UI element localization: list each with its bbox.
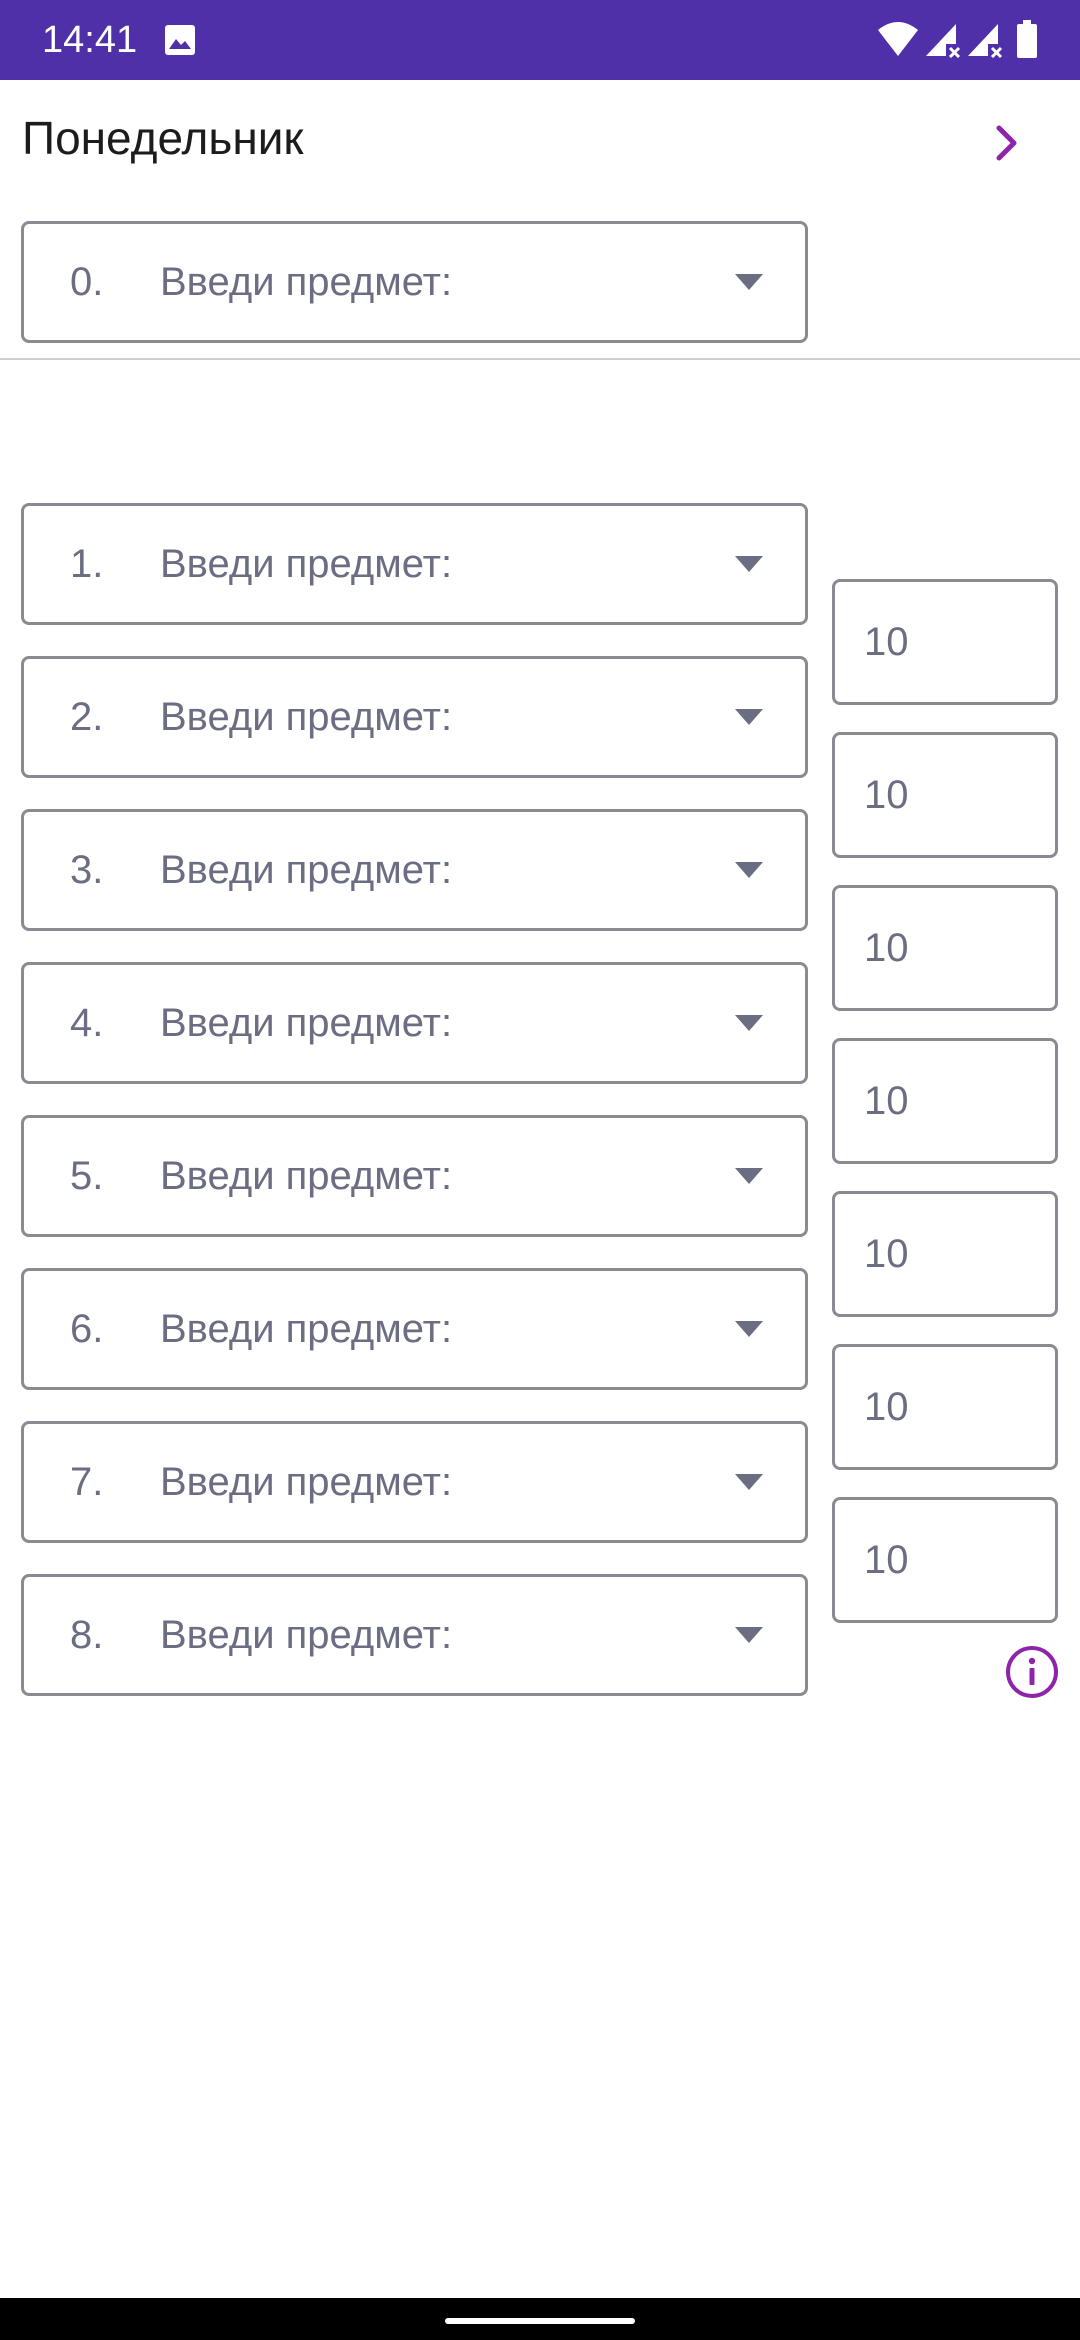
subject-placeholder: Введи предмет:	[160, 1613, 453, 1657]
dropdown-arrow-icon	[735, 1168, 763, 1184]
subject-placeholder: Введи предмет:	[160, 1460, 453, 1504]
subject-dropdown-0[interactable]: 0. Введи предмет:	[21, 221, 808, 343]
signal-no-service-icon	[926, 24, 961, 58]
subject-dropdown-2[interactable]: 2. Введи предмет:	[21, 656, 808, 778]
grade-value: 10	[864, 1232, 909, 1276]
dropdown-arrow-icon	[735, 1321, 763, 1337]
grade-value: 10	[864, 1079, 909, 1123]
grade-input-5[interactable]: 10	[832, 1191, 1058, 1317]
grade-input-7[interactable]: 10	[832, 1497, 1058, 1623]
subject-dropdown-6[interactable]: 6. Введи предмет:	[21, 1268, 808, 1390]
subject-placeholder: Введи предмет:	[160, 1001, 453, 1045]
grade-value: 10	[864, 773, 909, 817]
day-title: Понедельник	[22, 112, 304, 164]
subject-number: 2.	[70, 695, 104, 739]
signal-no-service-icon	[968, 24, 1003, 58]
battery-icon	[1017, 20, 1037, 58]
subject-placeholder: Введи предмет:	[160, 695, 453, 739]
subject-number: 8.	[70, 1613, 104, 1657]
grade-value: 10	[864, 620, 909, 664]
subject-number: 4.	[70, 1001, 104, 1045]
subject-dropdown-4[interactable]: 4. Введи предмет:	[21, 962, 808, 1084]
subject-placeholder: Введи предмет:	[160, 260, 453, 304]
subject-placeholder: Введи предмет:	[160, 542, 453, 586]
image-notification-icon	[165, 25, 195, 55]
wifi-icon	[878, 22, 918, 56]
dropdown-arrow-icon	[735, 556, 763, 572]
status-bar: 14:41	[0, 0, 1080, 80]
dropdown-arrow-icon	[735, 1015, 763, 1031]
grade-input-2[interactable]: 10	[832, 732, 1058, 858]
subject-placeholder: Введи предмет:	[160, 1154, 453, 1198]
subject-dropdown-5[interactable]: 5. Введи предмет:	[21, 1115, 808, 1237]
grade-input-4[interactable]: 10	[832, 1038, 1058, 1164]
subject-dropdown-8[interactable]: 8. Введи предмет:	[21, 1574, 808, 1696]
subject-number: 0.	[70, 260, 104, 304]
subject-dropdown-7[interactable]: 7. Введи предмет:	[21, 1421, 808, 1543]
subject-placeholder: Введи предмет:	[160, 1307, 453, 1351]
grade-value: 10	[864, 1385, 909, 1429]
grade-input-3[interactable]: 10	[832, 885, 1058, 1011]
subject-number: 7.	[70, 1460, 104, 1504]
subject-placeholder: Введи предмет:	[160, 848, 453, 892]
subject-number: 6.	[70, 1307, 104, 1351]
subject-number: 3.	[70, 848, 104, 892]
dropdown-arrow-icon	[735, 862, 763, 878]
grade-value: 10	[864, 926, 909, 970]
dropdown-arrow-icon	[735, 1474, 763, 1490]
info-circle-icon[interactable]	[1004, 1644, 1060, 1700]
subject-number: 1.	[70, 542, 104, 586]
dropdown-arrow-icon	[735, 709, 763, 725]
subject-dropdown-3[interactable]: 3. Введи предмет:	[21, 809, 808, 931]
subject-dropdown-1[interactable]: 1. Введи предмет:	[21, 503, 808, 625]
home-handle[interactable]	[445, 2318, 635, 2324]
dropdown-arrow-icon	[735, 1627, 763, 1643]
grade-input-6[interactable]: 10	[832, 1344, 1058, 1470]
subject-number: 5.	[70, 1154, 104, 1198]
app-screen: 14:41 Понедельник 0. Введи предмет: 1. В…	[0, 0, 1080, 2340]
status-time: 14:41	[42, 19, 138, 61]
grade-input-1[interactable]: 10	[832, 579, 1058, 705]
divider	[0, 358, 1080, 360]
dropdown-arrow-icon	[735, 274, 763, 290]
chevron-right-icon[interactable]	[982, 118, 1032, 168]
grade-value: 10	[864, 1538, 909, 1582]
